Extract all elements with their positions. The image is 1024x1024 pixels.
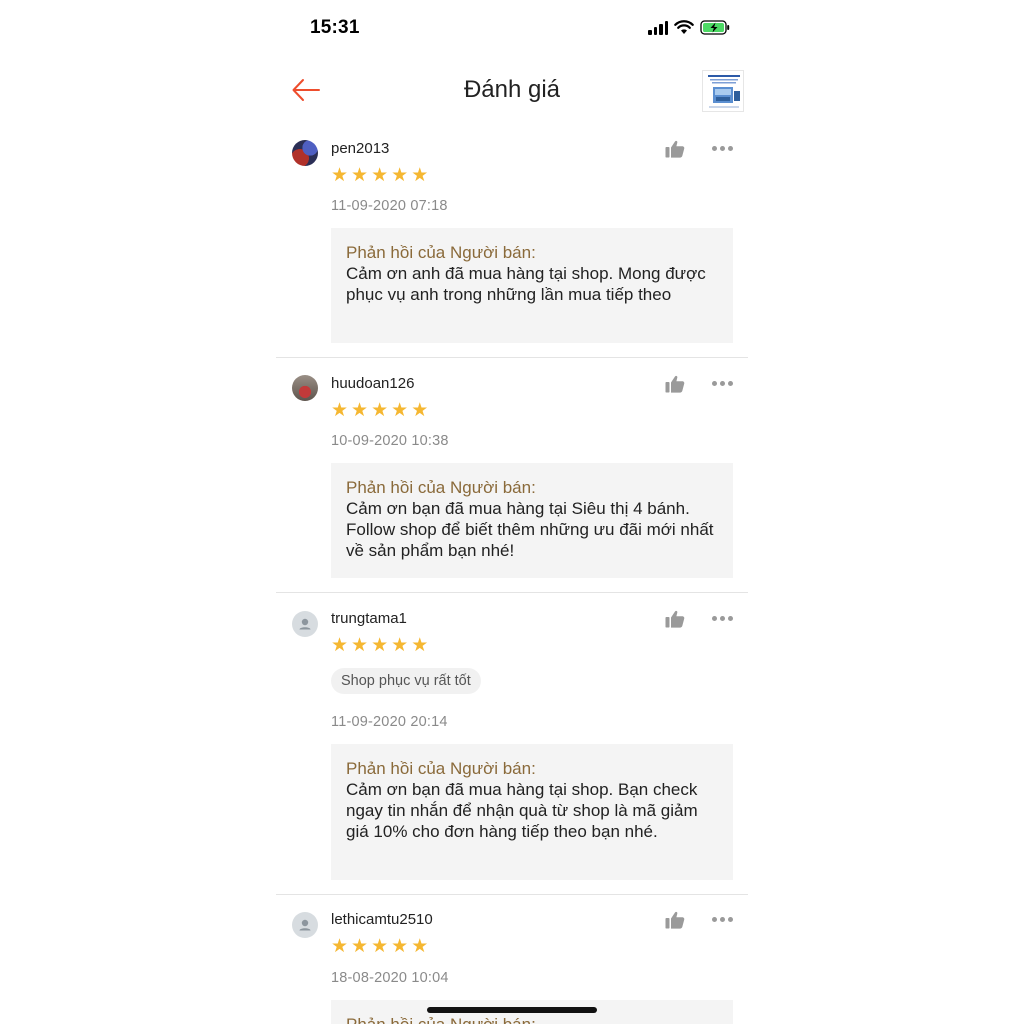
star-icon: ★ <box>371 400 389 421</box>
home-indicator[interactable] <box>427 1007 597 1013</box>
seller-reply-title: Phản hồi của Người bán: <box>346 1014 718 1024</box>
reviewer-username[interactable]: lethicamtu2510 <box>331 911 433 928</box>
battery-charging-icon <box>700 20 730 35</box>
reviewer-username[interactable]: huudoan126 <box>331 375 414 392</box>
wifi-icon <box>674 20 694 35</box>
phone-screen: 15:31 Đánh giá pen2013 ★ ★ ★ ★ ★ 11-09-2… <box>276 0 748 1024</box>
star-icon: ★ <box>351 165 369 186</box>
thumbs-up-icon[interactable] <box>665 140 685 163</box>
page-title: Đánh giá <box>463 76 561 103</box>
star-icon: ★ <box>411 400 429 421</box>
more-options-icon[interactable] <box>712 146 733 151</box>
seller-reply-box: Phản hồi của Người bán: Cảm ơn bạn đã mu… <box>331 463 733 578</box>
thumbs-up-icon[interactable] <box>665 375 685 398</box>
top-navigation-bar: Đánh giá <box>276 60 748 124</box>
user-silhouette-icon <box>299 618 311 630</box>
star-icon: ★ <box>331 165 349 186</box>
star-icon: ★ <box>351 936 369 957</box>
divider <box>276 592 748 593</box>
cellular-signal-icon <box>648 20 668 35</box>
reviewer-avatar[interactable] <box>292 140 318 166</box>
star-icon: ★ <box>331 400 349 421</box>
product-thumbnail[interactable] <box>702 70 744 112</box>
star-icon: ★ <box>351 400 369 421</box>
review-date: 10-09-2020 10:38 <box>331 433 449 449</box>
review-date: 11-09-2020 20:14 <box>331 714 448 730</box>
status-bar: 15:31 <box>276 0 748 56</box>
reviewer-avatar[interactable] <box>292 912 318 938</box>
user-silhouette-icon <box>299 919 311 931</box>
star-icon: ★ <box>411 165 429 186</box>
star-icon: ★ <box>331 635 349 656</box>
more-options-icon[interactable] <box>712 381 733 386</box>
status-icons <box>648 20 730 35</box>
star-icon: ★ <box>371 936 389 957</box>
review-date: 18-08-2020 10:04 <box>331 970 449 986</box>
seller-reply-title: Phản hồi của Người bán: <box>346 478 536 497</box>
star-icon: ★ <box>391 936 409 957</box>
thumbs-up-icon[interactable] <box>665 610 685 633</box>
reviewer-avatar[interactable] <box>292 611 318 637</box>
seller-reply-box: Phản hồi của Người bán: Cảm ơn bạn đã mu… <box>331 744 733 880</box>
divider <box>276 357 748 358</box>
star-icon: ★ <box>411 936 429 957</box>
seller-reply-box: Phản hồi của Người bán: Cảm ơn anh đã mu… <box>331 228 733 343</box>
seller-reply-title: Phản hồi của Người bán: <box>346 243 536 262</box>
star-rating: ★ ★ ★ ★ ★ <box>331 166 428 185</box>
review-date: 11-09-2020 07:18 <box>331 198 448 214</box>
star-icon: ★ <box>351 635 369 656</box>
star-icon: ★ <box>391 165 409 186</box>
star-icon: ★ <box>331 936 349 957</box>
status-time: 15:31 <box>310 17 360 38</box>
reviewer-username[interactable]: trungtama1 <box>331 610 407 627</box>
star-icon: ★ <box>371 165 389 186</box>
thumbs-up-icon[interactable] <box>665 911 685 934</box>
star-rating: ★ ★ ★ ★ ★ <box>331 636 428 655</box>
seller-reply-title: Phản hồi của Người bán: <box>346 759 536 778</box>
seller-reply-text: Cảm ơn bạn đã mua hàng tại shop. Bạn che… <box>346 780 698 841</box>
star-icon: ★ <box>411 635 429 656</box>
reviewer-avatar[interactable] <box>292 375 318 401</box>
star-rating: ★ ★ ★ ★ ★ <box>331 401 428 420</box>
seller-reply-text: Cảm ơn anh đã mua hàng tại shop. Mong đư… <box>346 264 706 304</box>
seller-reply-text: Cảm ơn bạn đã mua hàng tại Siêu thị 4 bá… <box>346 499 714 560</box>
review-tag: Shop phục vụ rất tốt <box>331 668 481 694</box>
star-icon: ★ <box>371 635 389 656</box>
reviewer-username[interactable]: pen2013 <box>331 140 389 157</box>
divider <box>276 894 748 895</box>
star-rating: ★ ★ ★ ★ ★ <box>331 937 428 956</box>
star-icon: ★ <box>391 400 409 421</box>
more-options-icon[interactable] <box>712 616 733 621</box>
more-options-icon[interactable] <box>712 917 733 922</box>
star-icon: ★ <box>391 635 409 656</box>
